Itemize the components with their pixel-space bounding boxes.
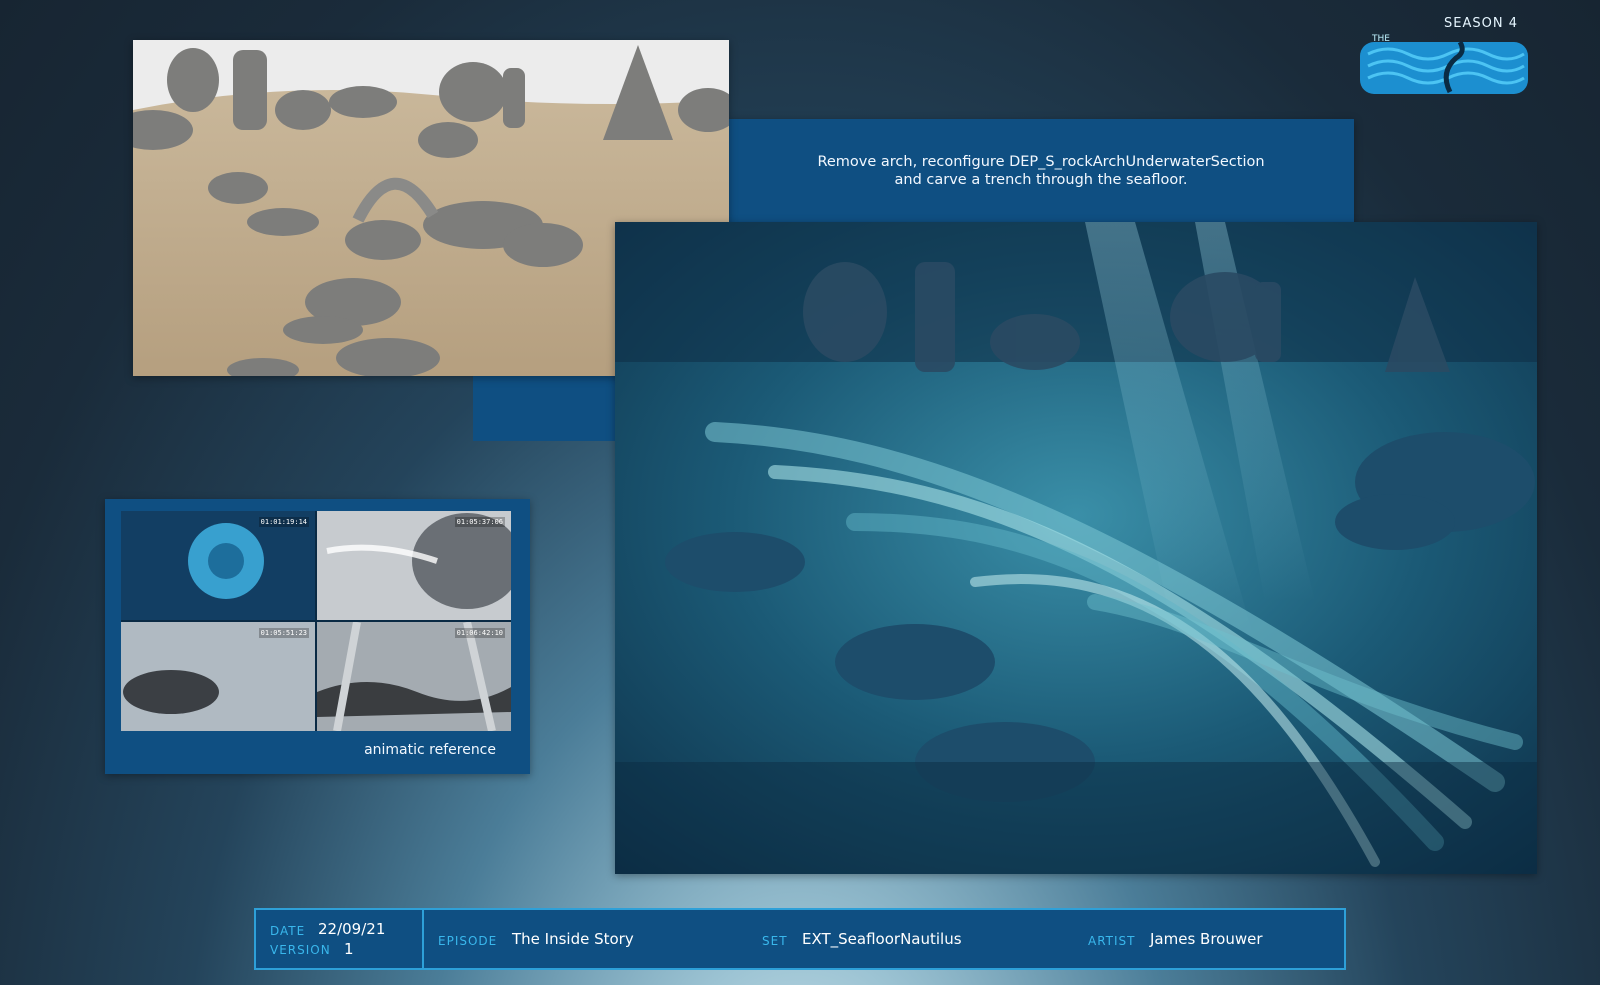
note-text: Remove arch, reconfigure DEP_S_rockArchU… — [728, 153, 1354, 189]
animatic-caption: animatic reference — [364, 742, 496, 758]
season-label: SEASON 4 — [1444, 16, 1518, 31]
concept-art-image — [615, 222, 1537, 874]
episode-label: EPISODE — [438, 934, 498, 948]
deep-logo-graphic — [1360, 40, 1528, 94]
artist-label: ARTIST — [1088, 934, 1136, 948]
info-bar: DATE 22/09/21 VERSION 1 EPISODE The Insi… — [254, 908, 1346, 970]
timecode-1: 01:01:19:14 — [258, 517, 309, 527]
timecode-2: 01:05:37:06 — [454, 517, 505, 527]
timecode-3: 01:05:51:23 — [258, 628, 309, 638]
animatic-frame-1: 01:01:19:14 — [121, 511, 315, 620]
artist-value: James Brouwer — [1150, 930, 1263, 948]
animatic-grid: 01:01:19:14 01:05:37:06 01:05:51:23 01:0… — [121, 511, 511, 731]
set-value: EXT_SeafloorNautilus — [802, 930, 962, 948]
version-label: VERSION — [270, 943, 331, 957]
animatic-frame-4: 01:06:42:10 — [317, 622, 511, 731]
version-value: 1 — [344, 940, 354, 958]
animatic-frame-3: 01:05:51:23 — [121, 622, 315, 731]
animatic-panel: 01:01:19:14 01:05:37:06 01:05:51:23 01:0… — [105, 499, 530, 774]
date-label: DATE — [270, 924, 306, 938]
animatic-frame-2: 01:05:37:06 — [317, 511, 511, 620]
timecode-4: 01:06:42:10 — [454, 628, 505, 638]
episode-value: The Inside Story — [512, 930, 634, 948]
note-line-2: and carve a trench through the seafloor. — [894, 172, 1188, 188]
info-divider — [422, 910, 424, 968]
set-label: SET — [762, 934, 788, 948]
date-value: 22/09/21 — [318, 920, 386, 938]
notes-panel: Remove arch, reconfigure DEP_S_rockArchU… — [728, 119, 1354, 227]
logo-the: THE — [1372, 34, 1390, 44]
show-logo: SEASON 4 THE — [1358, 14, 1530, 98]
note-line-1: Remove arch, reconfigure DEP_S_rockArchU… — [817, 154, 1265, 170]
